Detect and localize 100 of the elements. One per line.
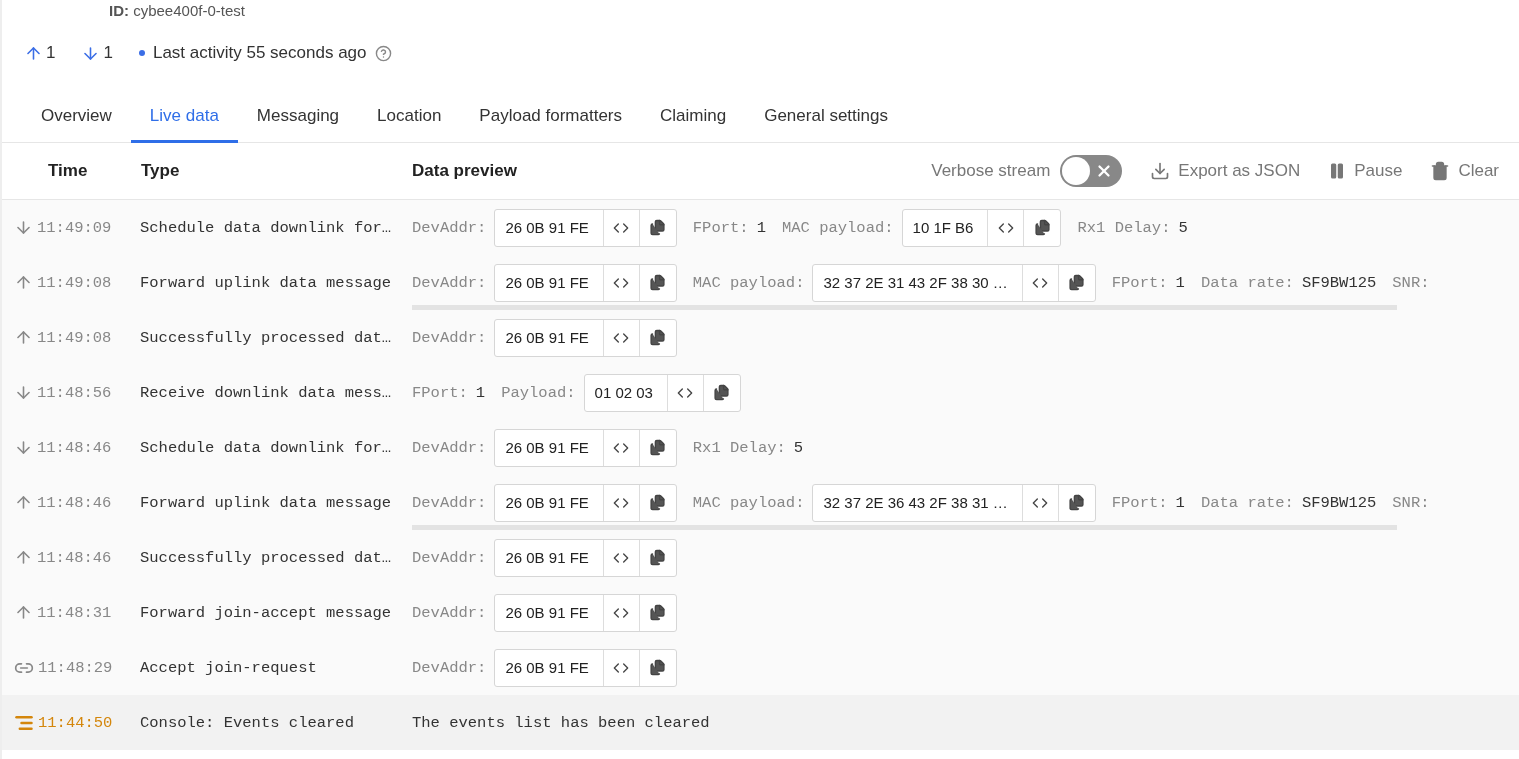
field-value: 1 xyxy=(475,383,486,402)
event-type: Schedule data downlink for… xyxy=(140,438,393,457)
hex-value: 26 0B 91 FE xyxy=(495,594,604,631)
event-time: 11:48:31 xyxy=(37,603,112,622)
pause-button[interactable]: Pause xyxy=(1328,161,1403,181)
field-label: Payload: xyxy=(501,383,576,402)
arrow-up-icon xyxy=(14,273,33,292)
field-label: Data rate: xyxy=(1200,273,1294,292)
status-dot xyxy=(138,50,145,56)
event-time: 11:48:56 xyxy=(37,383,112,402)
copy-icon xyxy=(713,384,731,401)
field-label: SNR: xyxy=(1392,493,1430,512)
tab[interactable]: Claiming xyxy=(641,92,746,143)
event-type: Forward uplink data message xyxy=(140,493,393,512)
hex-value: 32 37 2E 31 43 2F 38 30 … xyxy=(813,264,1023,301)
event-type: Successfully processed dat… xyxy=(140,328,393,347)
field-value: 1 xyxy=(1175,273,1185,292)
field-value: SF9BW125 xyxy=(1301,493,1377,512)
tab[interactable]: Messaging xyxy=(237,92,359,143)
clear-button[interactable]: Clear xyxy=(1430,161,1499,181)
device-id: ID: cybee400f-0-test xyxy=(108,2,246,19)
field-label: DevAddr: xyxy=(412,328,487,347)
last-activity: Last activity 55 seconds ago xyxy=(152,43,367,63)
verbose-label: Verbose stream xyxy=(931,161,1051,181)
copy-icon xyxy=(649,659,667,676)
uplink-count: 1 xyxy=(24,43,56,63)
tab[interactable]: General settings xyxy=(745,92,907,143)
copy-icon xyxy=(649,329,667,346)
event-time: 11:48:46 xyxy=(37,493,112,512)
column-header: Data preview xyxy=(412,161,518,181)
hex-value: 26 0B 91 FE xyxy=(495,484,604,521)
event-time: 11:49:08 xyxy=(37,328,112,347)
field-label: MAC payload: xyxy=(781,218,894,237)
event-time: 11:48:46 xyxy=(37,438,112,457)
field-label: FPort: xyxy=(692,218,749,237)
field-value: 1 xyxy=(1175,493,1185,512)
field-label: DevAddr: xyxy=(412,493,487,512)
copy-icon xyxy=(1068,274,1086,291)
event-type: Receive downlink data mess… xyxy=(140,383,393,402)
hex-value: 26 0B 91 FE xyxy=(495,209,604,246)
copy-icon xyxy=(649,274,667,291)
copy-icon xyxy=(649,439,667,456)
field-label: DevAddr: xyxy=(412,438,487,457)
hex-value: 10 1F B6 xyxy=(902,209,989,246)
hex-value: 01 02 03 xyxy=(584,374,668,411)
field-label: FPort: xyxy=(1111,493,1168,512)
copy-icon xyxy=(649,604,667,621)
event-type: Schedule data downlink for… xyxy=(140,218,393,237)
verbose-toggle[interactable] xyxy=(1060,155,1123,187)
arrow-up-icon xyxy=(14,328,33,347)
arrow-up-icon xyxy=(14,493,33,512)
copy-icon xyxy=(1068,494,1086,511)
field-label: MAC payload: xyxy=(692,273,805,292)
field-label: DevAddr: xyxy=(412,658,487,677)
field-label: Data rate: xyxy=(1200,493,1294,512)
copy-icon xyxy=(649,494,667,511)
trash-icon xyxy=(1430,161,1451,181)
hex-value: 26 0B 91 FE xyxy=(495,429,604,466)
copy-icon xyxy=(649,549,667,566)
event-type: Accept join-request xyxy=(140,658,318,677)
field-value: 1 xyxy=(756,218,766,237)
field-label: FPort: xyxy=(1111,273,1168,292)
event-time: 11:49:08 xyxy=(37,273,112,292)
event-time: 11:44:50 xyxy=(38,713,113,732)
download-icon xyxy=(1150,161,1171,181)
copy-icon xyxy=(1033,219,1051,236)
event-time: 11:48:29 xyxy=(38,658,113,677)
hex-value: 26 0B 91 FE xyxy=(495,539,604,576)
tab[interactable]: Payload formatters xyxy=(460,92,642,143)
column-header: Time xyxy=(48,161,89,181)
event-type: Forward join-accept message xyxy=(140,603,393,622)
field-value: 5 xyxy=(1178,218,1188,237)
event-type: Console: Events cleared xyxy=(140,713,355,732)
field-label: FPort: xyxy=(412,383,468,402)
hex-value: 26 0B 91 FE xyxy=(495,649,604,686)
event-type: Forward uplink data message xyxy=(140,273,393,292)
field-label: MAC payload: xyxy=(692,493,805,512)
tab[interactable]: Overview xyxy=(22,92,131,143)
copy-icon xyxy=(649,219,667,236)
export-button[interactable]: Export as JSON xyxy=(1150,161,1301,181)
downlink-count: 1 xyxy=(81,43,113,63)
field-label: Rx1 Delay: xyxy=(1077,218,1171,237)
event-time: 11:49:09 xyxy=(37,218,112,237)
arrow-down-icon xyxy=(14,383,33,402)
field-label: SNR: xyxy=(1392,273,1430,292)
event-time: 11:48:46 xyxy=(37,548,112,567)
column-header: Type xyxy=(141,161,181,181)
field-label: DevAddr: xyxy=(412,273,487,292)
field-value: 5 xyxy=(793,438,804,457)
event-message: The events list has been cleared xyxy=(412,713,710,732)
field-label: DevAddr: xyxy=(412,218,487,237)
tab[interactable]: Location xyxy=(358,92,461,143)
arrow-down-icon xyxy=(14,438,33,457)
event-type: Successfully processed dat… xyxy=(140,548,393,567)
hex-value: 26 0B 91 FE xyxy=(495,264,604,301)
help-icon[interactable] xyxy=(374,44,392,62)
field-label: DevAddr: xyxy=(412,548,487,567)
field-label: DevAddr: xyxy=(412,603,487,622)
hex-value: 26 0B 91 FE xyxy=(495,319,604,356)
tab[interactable]: Live data xyxy=(130,92,238,143)
